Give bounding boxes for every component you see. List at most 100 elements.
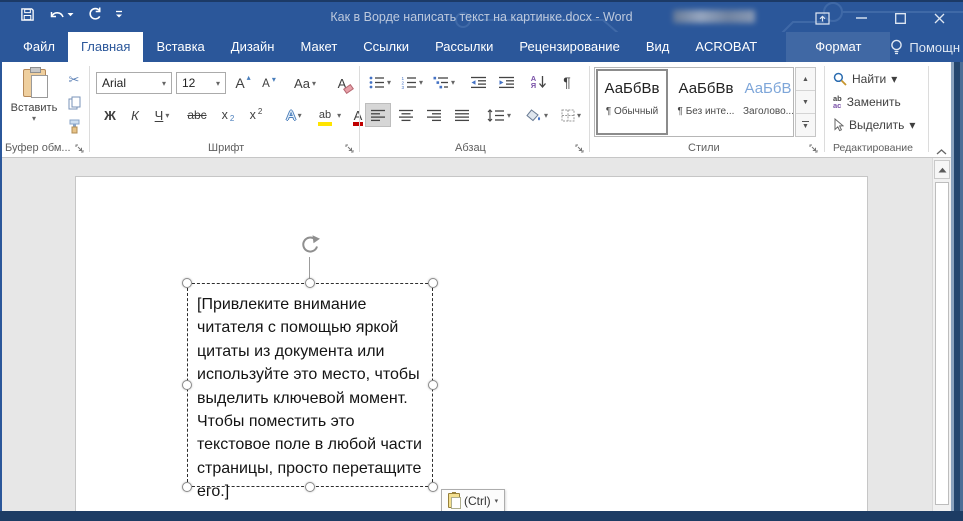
tab-mailings[interactable]: Рассылки [422, 32, 506, 62]
italic-button[interactable]: К [126, 104, 144, 126]
resize-handle-middle-left[interactable] [182, 380, 192, 390]
save-icon [20, 7, 35, 22]
sort-button[interactable]: АЯ [526, 70, 552, 94]
gallery-scroll-up-button[interactable]: ▲ [796, 68, 815, 91]
grow-arrow-icon: ▴ [246, 72, 251, 82]
change-case-button[interactable]: Aa ▾ [288, 71, 322, 95]
bold-button[interactable]: Ж [100, 104, 120, 126]
scroll-up-arrow-icon [938, 167, 946, 172]
tab-home[interactable]: Главная [67, 32, 144, 62]
tab-references[interactable]: Ссылки [350, 32, 422, 62]
rotate-handle[interactable] [298, 234, 322, 261]
find-button[interactable]: Найти ▾ [833, 72, 897, 86]
select-button[interactable]: Выделить ▾ [833, 118, 915, 132]
shading-button[interactable]: ▾ [522, 104, 552, 126]
textbox-text[interactable]: [Привлеките внимание читателя с помощью … [197, 293, 428, 504]
tab-view[interactable]: Вид [633, 32, 683, 62]
scissors-icon: ✂ [68, 72, 80, 87]
replace-button[interactable]: ab ac Заменить [833, 94, 901, 110]
multilevel-list-button[interactable]: ▾ [430, 72, 458, 92]
copy-button[interactable] [62, 93, 86, 113]
paste-options-button[interactable]: (Ctrl) ▾ [441, 489, 506, 512]
style-item-heading[interactable]: АаБбВ Заголово... [743, 68, 793, 136]
paste-button[interactable]: Вставить ▾ [8, 67, 60, 139]
tell-me-help-button[interactable]: Помощн [890, 39, 960, 56]
chevron-down-icon: ▾ [506, 110, 511, 120]
align-right-button[interactable] [422, 104, 446, 126]
justify-button[interactable] [450, 104, 474, 126]
rotate-arrow-icon [298, 235, 320, 256]
vertical-scrollbar[interactable] [932, 158, 951, 511]
tab-insert[interactable]: Вставка [143, 32, 217, 62]
gallery-more-button[interactable]: ▼ [796, 114, 815, 136]
scrollbar-up-button[interactable] [934, 160, 950, 179]
tab-file[interactable]: Файл [10, 32, 68, 62]
tab-review[interactable]: Рецензирование [506, 32, 632, 62]
increase-indent-button[interactable] [494, 72, 518, 92]
textbox-line: текстовое поле в любой части [197, 436, 422, 454]
chevron-down-icon: ▾ [161, 78, 166, 88]
borders-button[interactable]: ▾ [556, 104, 586, 126]
paragraph-dialog-launcher[interactable] [574, 143, 585, 154]
style-item-no-spacing[interactable]: АаБбВв ¶ Без инте... [669, 68, 743, 136]
maximize-button[interactable] [881, 4, 920, 32]
tab-acrobat[interactable]: ACROBAT [682, 32, 770, 62]
chevron-down-icon: ▾ [418, 77, 423, 87]
chevron-down-icon: ▾ [891, 72, 898, 86]
tab-layout[interactable]: Макет [287, 32, 350, 62]
clipboard-dialog-launcher[interactable] [74, 143, 85, 154]
italic-glyph: К [131, 107, 139, 123]
strikethrough-button[interactable]: abc [182, 104, 212, 126]
styles-dialog-launcher[interactable] [808, 143, 819, 154]
resize-handle-top-left[interactable] [182, 278, 192, 288]
subscript-button[interactable]: x2 [216, 104, 240, 126]
close-button[interactable] [920, 4, 959, 32]
selected-textbox[interactable]: [Привлеките внимание читателя с помощью … [187, 283, 433, 500]
resize-handle-middle-right[interactable] [428, 380, 438, 390]
resize-handle-top-center[interactable] [305, 278, 315, 288]
scrollbar-thumb[interactable] [935, 182, 949, 505]
cut-button[interactable]: ✂ [62, 70, 86, 90]
decrease-indent-button[interactable] [466, 72, 490, 92]
tab-design[interactable]: Дизайн [218, 32, 288, 62]
underline-button[interactable]: Ч ▾ [148, 104, 176, 126]
paste-clipboard-icon [22, 67, 48, 98]
numbered-list-button[interactable]: 123 ▾ [398, 72, 426, 92]
resize-handle-bottom-right[interactable] [428, 482, 438, 492]
superscript-button[interactable]: x2 [244, 104, 268, 126]
redo-button[interactable] [87, 7, 102, 22]
gallery-scroll-down-button[interactable]: ▼ [796, 91, 815, 114]
text-effects-button[interactable]: А ▾ [278, 104, 310, 126]
line-spacing-button[interactable]: ▾ [482, 104, 516, 126]
minimize-button[interactable] [842, 4, 881, 32]
bullet-list-button[interactable]: ▾ [366, 72, 394, 92]
font-size-combobox[interactable]: 12 ▾ [176, 72, 226, 94]
resize-handle-bottom-center[interactable] [305, 482, 315, 492]
paragraph-group-label: Абзац [455, 142, 486, 154]
align-left-button[interactable] [365, 103, 391, 127]
clear-formatting-button[interactable]: А [330, 71, 354, 95]
ribbon-display-options-icon [815, 12, 830, 25]
show-paragraph-marks-button[interactable]: ¶ [556, 70, 578, 94]
font-dialog-launcher[interactable] [344, 143, 355, 154]
chevron-down-icon: ▾ [215, 78, 220, 88]
replace-ab-ac-icon: ab ac [833, 94, 842, 110]
ribbon-display-options-button[interactable] [803, 4, 842, 32]
save-button[interactable] [20, 7, 35, 22]
grow-font-button[interactable]: А ▴ [232, 71, 254, 95]
group-separator [589, 66, 590, 152]
resize-handle-bottom-left[interactable] [182, 482, 192, 492]
style-item-normal[interactable]: АаБбВв ¶ Обычный [595, 68, 669, 136]
shrink-font-button[interactable]: А ▾ [258, 73, 280, 95]
user-account-blurred[interactable] [673, 10, 755, 23]
undo-button[interactable] [48, 8, 74, 22]
customize-quick-access-button[interactable] [115, 10, 123, 19]
paste-options-label: (Ctrl) [464, 493, 491, 508]
font-family-combobox[interactable]: Arial ▾ [96, 72, 172, 94]
tab-format-contextual[interactable]: Формат [786, 32, 891, 62]
resize-handle-top-right[interactable] [428, 278, 438, 288]
document-area: [Привлеките внимание читателя с помощью … [0, 158, 963, 512]
align-center-button[interactable] [394, 104, 418, 126]
highlight-color-button[interactable]: ab ▾ [314, 104, 346, 126]
format-painter-button[interactable] [62, 116, 86, 136]
